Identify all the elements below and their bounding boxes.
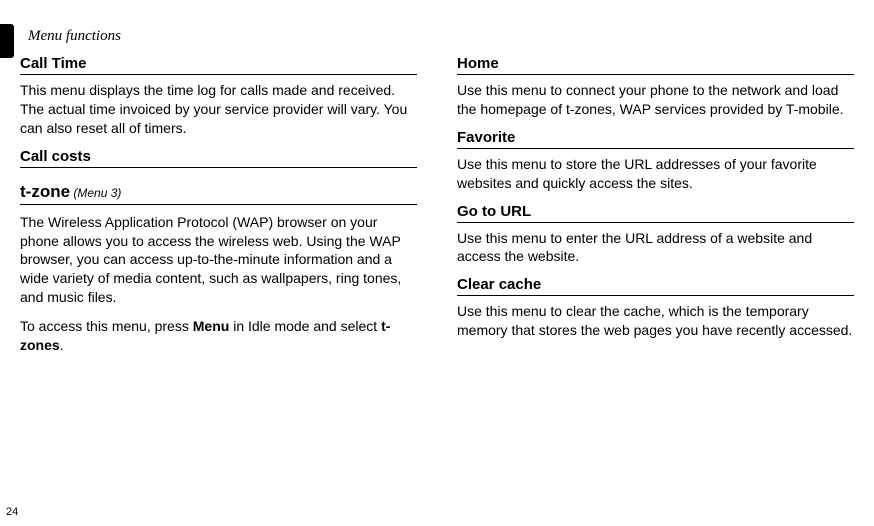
body-tzone-2a: To access this menu, press	[20, 318, 193, 334]
heading-call-costs: Call costs	[20, 148, 417, 168]
heading-home: Home	[457, 55, 854, 75]
heading-tzone: t-zone (Menu 3)	[20, 182, 417, 205]
body-call-time: This menu displays the time log for call…	[20, 81, 417, 138]
body-tzone-2c: .	[60, 337, 64, 353]
body-gotourl: Use this menu to enter the URL address o…	[457, 229, 854, 267]
left-column: Call Time This menu displays the time lo…	[20, 51, 417, 365]
chapter-tab-marker	[0, 24, 14, 58]
heading-gotourl: Go to URL	[457, 203, 854, 223]
heading-clearcache: Clear cache	[457, 276, 854, 296]
two-column-layout: Call Time This menu displays the time lo…	[20, 51, 854, 365]
body-tzone-2b: in Idle mode and select	[229, 318, 381, 334]
heading-tzone-text: t-zone	[20, 182, 70, 201]
body-clearcache: Use this menu to clear the cache, which …	[457, 302, 854, 340]
body-tzone-2-menu: Menu	[193, 318, 230, 334]
heading-call-time: Call Time	[20, 55, 417, 75]
body-tzone-1: The Wireless Application Protocol (WAP) …	[20, 213, 417, 307]
body-tzone-2: To access this menu, press Menu in Idle …	[20, 317, 417, 355]
right-column: Home Use this menu to connect your phone…	[457, 51, 854, 365]
chapter-title: Menu functions	[28, 28, 854, 45]
heading-favorite: Favorite	[457, 129, 854, 149]
page-number: 24	[6, 506, 18, 518]
body-favorite: Use this menu to store the URL addresses…	[457, 155, 854, 193]
heading-tzone-menuref: (Menu 3)	[70, 186, 121, 200]
body-home: Use this menu to connect your phone to t…	[457, 81, 854, 119]
